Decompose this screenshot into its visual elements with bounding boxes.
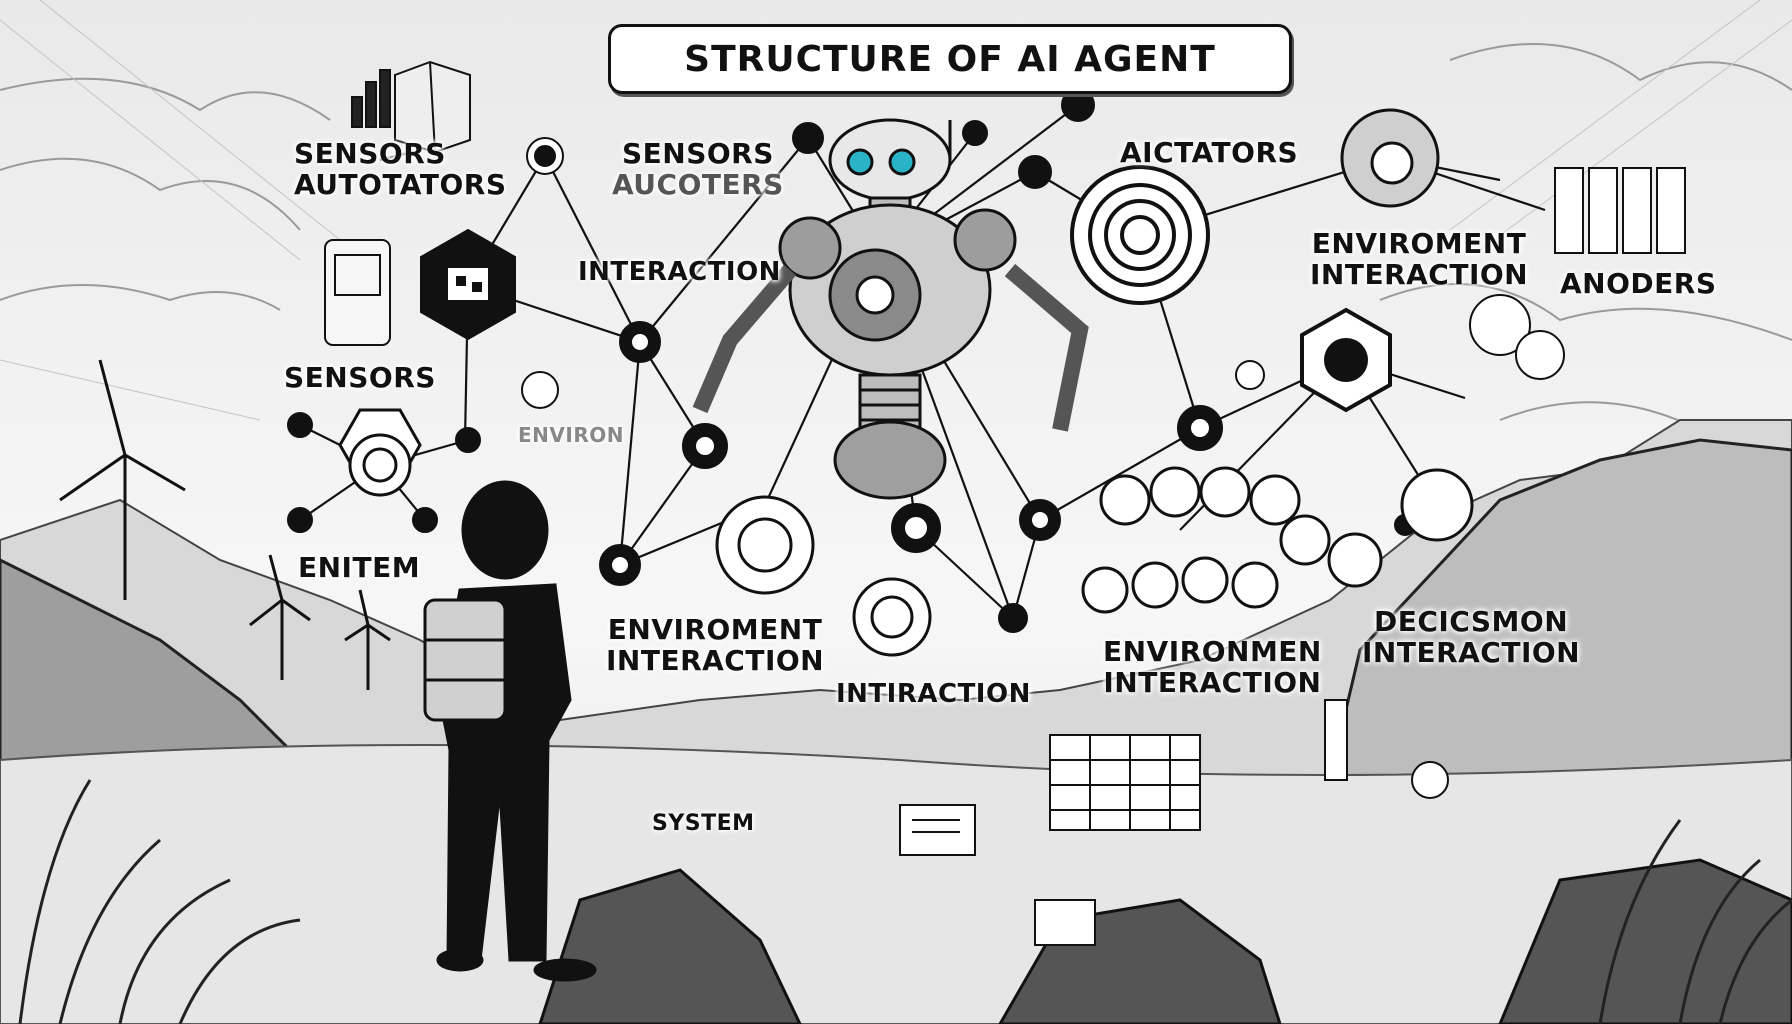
label-line: INTERACTION [1362, 636, 1581, 670]
label-intiraction: INTIRACTION [836, 679, 1031, 709]
label-enitem: ENITEM [298, 551, 421, 584]
label-line: ENVIROMENT [1311, 227, 1527, 260]
label-system: SYSTEM [652, 811, 755, 836]
label-line: INTERACTION [606, 644, 825, 678]
hexagon-node-icon [420, 228, 516, 341]
building-icon [1049, 734, 1201, 831]
label-interaction-top: INTERACTION [578, 257, 781, 287]
hexagon-cluster-icon [1081, 466, 1331, 614]
camera-sphere-icon [1340, 108, 1440, 208]
label-environmen-interaction: ENVIRONMEN INTERACTION [1103, 636, 1322, 699]
label-sensors-aucoters: SENSORS AUCOTERS [612, 138, 784, 201]
label-decicsmon-interaction: DECICSMON INTERACTION [1362, 606, 1580, 669]
hexagon-node-icon [1300, 307, 1392, 413]
label-environ-faded: ENVIRON [518, 423, 624, 447]
label-line: AUCOTERS [612, 168, 784, 202]
illustration-canvas [0, 0, 1792, 1024]
label-line: DECICSMON [1373, 605, 1569, 638]
label-enviroment-interaction-top: ENVIROMENT INTERACTION [1310, 228, 1528, 291]
manga-illustration: STRUCTURE OF AI AGENT SENSORS AUTOTATORS… [0, 0, 1792, 1024]
label-aictators: AICTATORS [1120, 136, 1299, 169]
label-sensors-left: SENSORS [284, 361, 436, 394]
label-enviroment-interaction-mid: ENVIROMENT INTERACTION [606, 614, 824, 677]
tablet-icon [324, 239, 391, 346]
label-line: INTERACTION [1103, 666, 1322, 700]
gear-icon [1070, 165, 1210, 305]
title-banner: STRUCTURE OF AI AGENT [608, 24, 1292, 94]
label-line: ENVIRONMEN [1103, 635, 1322, 668]
gear-icon [338, 408, 422, 497]
label-line: AUTOTATORS [294, 168, 507, 202]
label-line: ENVIROMENT [607, 613, 823, 646]
label-line: SENSORS [621, 137, 774, 170]
page-title: STRUCTURE OF AI AGENT [684, 38, 1216, 80]
label-sensors-autotators: SENSORS AUTOTATORS [294, 138, 507, 201]
label-line: INTERACTION [1310, 258, 1529, 292]
label-anoders: ANODERS [1560, 267, 1717, 300]
label-line: SENSORS [294, 137, 446, 170]
server-icon [1554, 167, 1686, 254]
